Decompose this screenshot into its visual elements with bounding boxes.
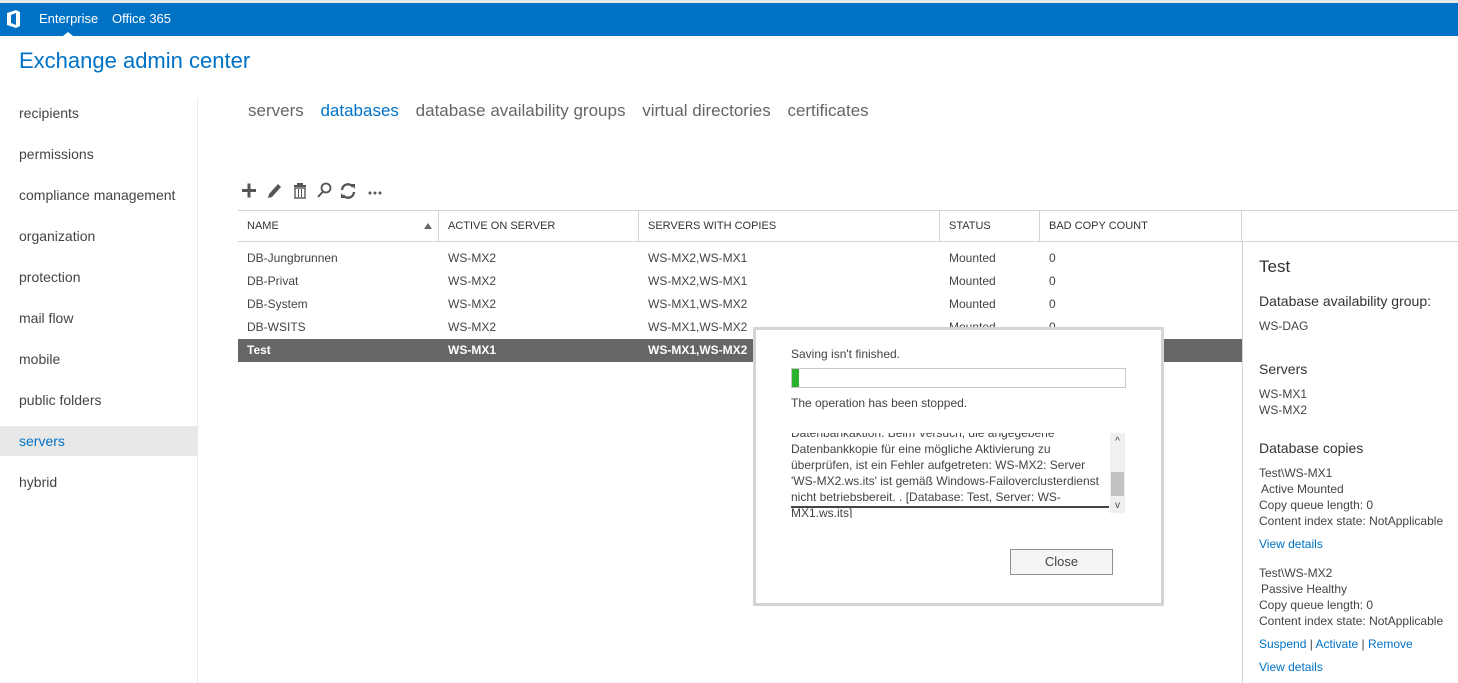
copy-name: Test\WS-MX2 bbox=[1259, 566, 1333, 580]
more-icon[interactable] bbox=[365, 180, 385, 202]
column-header-active-on-server[interactable]: ACTIVE ON SERVER bbox=[439, 211, 639, 241]
sidebar-item-public-folders[interactable]: public folders bbox=[0, 385, 198, 415]
active-tab-indicator bbox=[63, 32, 73, 36]
scroll-down-icon[interactable]: v bbox=[1110, 499, 1125, 513]
cell-active-on: WS-MX2 bbox=[448, 297, 496, 311]
dag-label: Database availability group: bbox=[1259, 293, 1431, 309]
cell-active-on: WS-MX1 bbox=[448, 343, 496, 357]
cell-status: Mounted bbox=[949, 274, 996, 288]
sub-navigation: servers databases database availability … bbox=[248, 101, 881, 121]
sidebar-item-compliance-management[interactable]: compliance management bbox=[0, 180, 198, 210]
edit-icon[interactable] bbox=[265, 180, 285, 202]
table-row[interactable]: DB-Privat WS-MX2 WS-MX2,WS-MX1 Mounted 0 bbox=[238, 270, 1242, 293]
add-icon[interactable] bbox=[240, 180, 260, 202]
scroll-up-icon[interactable]: ^ bbox=[1110, 435, 1125, 449]
cell-copies: WS-MX2,WS-MX1 bbox=[648, 251, 748, 265]
sort-ascending-icon bbox=[424, 223, 432, 229]
copies-label: Database copies bbox=[1259, 440, 1364, 456]
search-icon[interactable] bbox=[314, 180, 334, 202]
cell-active-on: WS-MX2 bbox=[448, 274, 496, 288]
delete-icon[interactable] bbox=[290, 180, 310, 202]
dialog-status: The operation has been stopped. bbox=[791, 396, 968, 410]
copy-state: Passive Healthy bbox=[1261, 582, 1348, 596]
cell-bad-copy: 0 bbox=[1049, 251, 1056, 265]
details-pane: Test Database availability group: WS-DAG… bbox=[1242, 242, 1458, 683]
top-bar: Enterprise Office 365 bbox=[0, 0, 1458, 36]
log-underline bbox=[791, 506, 1109, 508]
table-row[interactable]: DB-Jungbrunnen WS-MX2 WS-MX2,WS-MX1 Moun… bbox=[238, 247, 1242, 270]
activate-link[interactable]: Activate bbox=[1316, 637, 1359, 651]
sidebar-item-recipients[interactable]: recipients bbox=[0, 98, 198, 128]
sidebar-item-mail-flow[interactable]: mail flow bbox=[0, 303, 198, 333]
topbar-tab-enterprise[interactable]: Enterprise bbox=[39, 11, 98, 26]
error-log[interactable]: Datenbankaktion: Beim Versuch, die angeg… bbox=[791, 433, 1125, 518]
saving-dialog: Saving isn't finished. The operation has… bbox=[753, 327, 1164, 606]
topbar-tab-office365[interactable]: Office 365 bbox=[112, 11, 171, 26]
sidebar-item-servers[interactable]: servers bbox=[0, 426, 198, 456]
servers-label: Servers bbox=[1259, 361, 1308, 377]
column-header-servers-with-copies[interactable]: SERVERS WITH COPIES bbox=[639, 211, 940, 241]
cell-name: DB-WSITS bbox=[247, 320, 306, 334]
app-title: Exchange admin center bbox=[19, 48, 251, 73]
log-scrollbar[interactable]: ^ v bbox=[1110, 433, 1125, 513]
refresh-icon[interactable] bbox=[338, 180, 358, 202]
dag-value: WS-DAG bbox=[1259, 319, 1309, 333]
tab-servers[interactable]: servers bbox=[248, 101, 304, 120]
tab-databases[interactable]: databases bbox=[320, 101, 398, 120]
cell-status: Mounted bbox=[949, 297, 996, 311]
view-details-link[interactable]: View details bbox=[1259, 660, 1323, 674]
copy-queue-length: Copy queue length: 0 bbox=[1259, 598, 1374, 612]
copy-queue-length: Copy queue length: 0 bbox=[1259, 498, 1374, 512]
progress-bar bbox=[791, 368, 1126, 388]
suspend-link[interactable]: Suspend bbox=[1259, 637, 1306, 651]
remove-link[interactable]: Remove bbox=[1368, 637, 1413, 651]
table-row[interactable]: DB-System WS-MX2 WS-MX1,WS-MX2 Mounted 0 bbox=[238, 293, 1242, 316]
sidebar-item-protection[interactable]: protection bbox=[0, 262, 198, 292]
copy-name: Test\WS-MX1 bbox=[1259, 466, 1333, 480]
copy-actions: Suspend | Activate | Remove bbox=[1259, 637, 1413, 651]
dialog-message: Saving isn't finished. bbox=[791, 347, 901, 361]
cell-copies: WS-MX1,WS-MX2 bbox=[648, 297, 748, 311]
close-button[interactable]: Close bbox=[1010, 549, 1113, 575]
cell-active-on: WS-MX2 bbox=[448, 320, 496, 334]
sidebar-item-permissions[interactable]: permissions bbox=[0, 139, 198, 169]
separator: | bbox=[1309, 637, 1313, 651]
cell-copies: WS-MX2,WS-MX1 bbox=[648, 274, 748, 288]
content-index-state: Content index state: NotApplicable bbox=[1259, 514, 1444, 528]
cell-status: Mounted bbox=[949, 251, 996, 265]
copy-state: Active Mounted bbox=[1261, 482, 1344, 496]
column-header-label: NAME bbox=[247, 220, 279, 232]
cell-copies: WS-MX1,WS-MX2 bbox=[648, 320, 748, 334]
office-logo-icon[interactable] bbox=[6, 10, 21, 28]
progress-fill bbox=[792, 369, 799, 387]
column-header-status[interactable]: STATUS bbox=[940, 211, 1040, 241]
cell-name: DB-Jungbrunnen bbox=[247, 251, 338, 265]
cell-copies: WS-MX1,WS-MX2 bbox=[648, 343, 748, 357]
cell-active-on: WS-MX2 bbox=[448, 251, 496, 265]
sidebar: recipients permissions compliance manage… bbox=[0, 98, 198, 683]
view-details-link[interactable]: View details bbox=[1259, 537, 1323, 551]
grid-header: NAME ACTIVE ON SERVER SERVERS WITH COPIE… bbox=[238, 210, 1458, 242]
tab-database-availability-groups[interactable]: database availability groups bbox=[416, 101, 626, 120]
sidebar-item-organization[interactable]: organization bbox=[0, 221, 198, 251]
cell-name: Test bbox=[247, 343, 271, 357]
cell-bad-copy: 0 bbox=[1049, 297, 1056, 311]
sidebar-item-hybrid[interactable]: hybrid bbox=[0, 467, 198, 497]
details-title: Test bbox=[1259, 257, 1291, 276]
sidebar-item-mobile[interactable]: mobile bbox=[0, 344, 198, 374]
server-item: WS-MX1 bbox=[1259, 387, 1307, 401]
cell-name: DB-System bbox=[247, 297, 308, 311]
tab-certificates[interactable]: certificates bbox=[787, 101, 868, 120]
cell-bad-copy: 0 bbox=[1049, 274, 1056, 288]
server-item: WS-MX2 bbox=[1259, 403, 1307, 417]
column-header-bad-copy-count[interactable]: BAD COPY COUNT bbox=[1040, 211, 1242, 241]
scroll-thumb[interactable] bbox=[1111, 472, 1124, 496]
content-index-state: Content index state: NotApplicable bbox=[1259, 614, 1444, 628]
column-header-name[interactable]: NAME bbox=[238, 211, 439, 241]
cell-name: DB-Privat bbox=[247, 274, 299, 288]
tab-virtual-directories[interactable]: virtual directories bbox=[642, 101, 771, 120]
separator: | bbox=[1361, 637, 1365, 651]
